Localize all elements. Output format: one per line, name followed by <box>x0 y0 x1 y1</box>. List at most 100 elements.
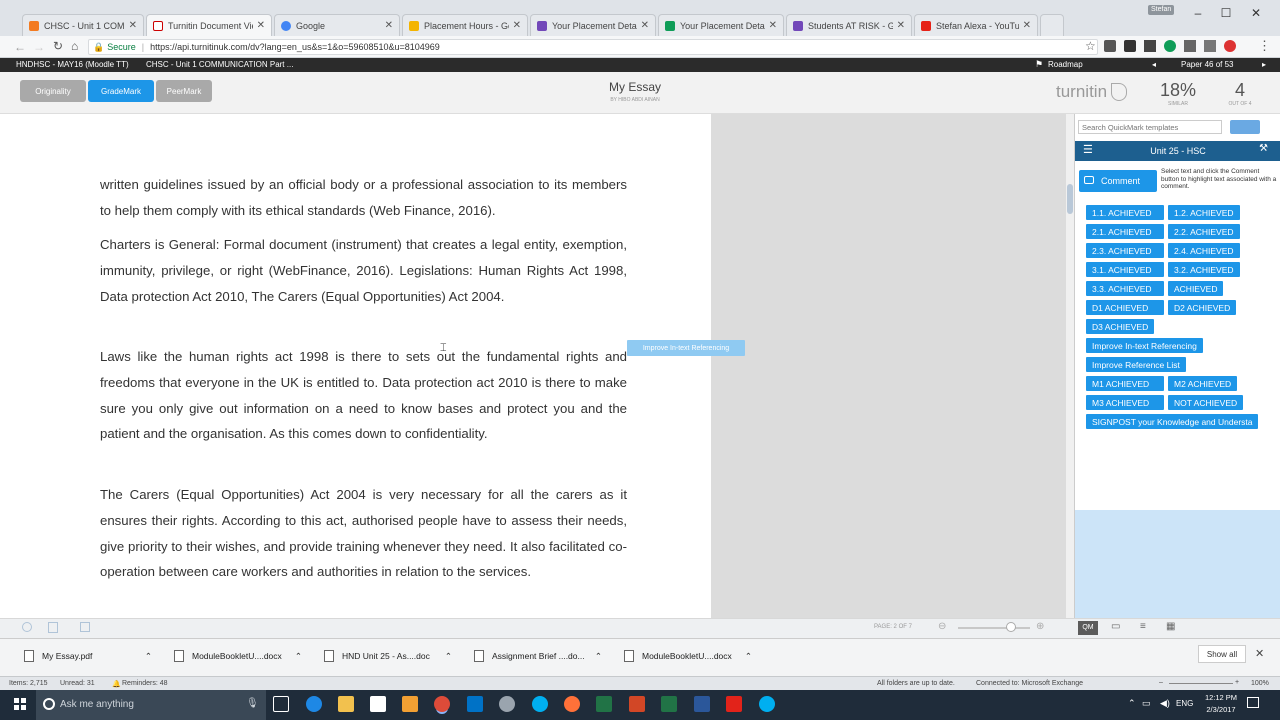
roadmap-link[interactable]: Roadmap <box>1048 60 1083 69</box>
zoom-out-icon[interactable]: ⊖ <box>938 621 946 632</box>
minimize-button[interactable]: – <box>1186 6 1210 20</box>
extension-icon[interactable] <box>1104 40 1116 52</box>
quickmark-button[interactable]: M3 ACHIEVED <box>1086 395 1164 410</box>
store-icon[interactable] <box>370 696 386 712</box>
page-icon[interactable] <box>48 622 58 633</box>
download-item[interactable]: HND Unit 25 - As....doc ⌃ <box>324 648 452 664</box>
close-icon[interactable]: ✕ <box>513 20 521 31</box>
app-icon[interactable] <box>499 696 515 712</box>
tab-google[interactable]: Google ✕ <box>274 14 400 36</box>
volume-icon[interactable]: ◀) <box>1160 698 1170 709</box>
new-tab-button[interactable] <box>1040 14 1064 36</box>
network-icon[interactable]: ▭ <box>1142 698 1151 709</box>
zoom-plus-icon[interactable]: + <box>1235 679 1239 686</box>
download-item[interactable]: ModuleBookletU....docx ⌃ <box>174 648 302 664</box>
firefox-icon[interactable] <box>564 696 580 712</box>
tab-students-at-risk[interactable]: Students AT RISK - Goog ✕ <box>786 14 912 36</box>
paragraph[interactable]: written guidelines issued by an official… <box>100 172 627 224</box>
extension-icon[interactable] <box>1204 40 1216 52</box>
excel-icon[interactable] <box>661 696 677 712</box>
profile-badge[interactable]: Stefan <box>1148 5 1175 15</box>
clock-time[interactable]: 12:12 PM <box>1201 693 1241 702</box>
zoom-minus-icon[interactable]: – <box>1159 679 1163 686</box>
chevron-up-icon[interactable]: ⌃ <box>595 651 602 662</box>
close-icon[interactable]: ✕ <box>897 20 905 31</box>
taskbar-search[interactable]: Ask me anything 🎙 <box>36 690 266 720</box>
download-item[interactable]: ModuleBookletU....docx ⌃ <box>624 648 752 664</box>
tab-placement-details-sheet[interactable]: Your Placement Details ✕ <box>658 14 784 36</box>
quickmark-button[interactable]: SIGNPOST your Knowledge and Understa <box>1086 414 1259 429</box>
quickmark-set-title[interactable]: Unit 25 - HSC <box>1075 141 1280 161</box>
list-icon[interactable]: ☰ <box>1083 143 1093 156</box>
quickmark-button[interactable]: 2.2. ACHIEVED <box>1168 224 1240 239</box>
maximize-button[interactable]: ☐ <box>1214 6 1238 20</box>
zoom-slider[interactable] <box>958 627 1030 629</box>
zoom-slider[interactable] <box>1169 683 1233 684</box>
mode-peermark[interactable]: PeerMark <box>156 80 212 102</box>
language-indicator[interactable]: ENG <box>1176 699 1193 708</box>
outlook-icon[interactable] <box>467 696 483 712</box>
quickmark-bubble[interactable]: Improve In-text Referencing <box>627 340 745 356</box>
reload-icon[interactable]: ↻ <box>53 39 63 53</box>
tab-placement-hours[interactable]: Placement Hours - Goog ✕ <box>402 14 528 36</box>
extension-icon[interactable] <box>1224 40 1236 52</box>
star-icon[interactable]: ☆ <box>1085 39 1096 53</box>
quickmark-button[interactable]: D1 ACHIEVED <box>1086 300 1164 315</box>
home-icon[interactable]: ⌂ <box>71 39 78 53</box>
paragraph[interactable]: Charters is General: Formal document (in… <box>100 232 627 309</box>
prev-paper-icon[interactable]: ◂ <box>1152 60 1156 69</box>
chevron-up-icon[interactable]: ⌃ <box>295 651 302 662</box>
zoom-slider-thumb[interactable] <box>1006 622 1016 632</box>
tray-chevron-icon[interactable]: ⌃ <box>1128 698 1136 709</box>
windows-start-icon[interactable] <box>14 698 26 710</box>
quickmark-button[interactable]: 3.3. ACHIEVED <box>1086 281 1164 296</box>
publisher-icon[interactable] <box>596 696 612 712</box>
quickmark-button[interactable]: M2 ACHIEVED <box>1168 376 1238 391</box>
close-icon[interactable]: ✕ <box>1023 20 1031 31</box>
extension-icon[interactable] <box>1164 40 1176 52</box>
media-icon[interactable] <box>402 696 418 712</box>
close-icon[interactable]: ✕ <box>769 20 777 31</box>
paragraph[interactable]: Laws like the human rights act 1998 is t… <box>100 344 627 447</box>
scroll-thumb[interactable] <box>1067 184 1073 214</box>
skype-icon[interactable] <box>532 696 548 712</box>
back-icon[interactable]: ← <box>14 40 26 54</box>
qm-toggle[interactable]: QM <box>1078 621 1098 635</box>
close-icon[interactable]: ✕ <box>385 20 393 31</box>
url-bar[interactable]: 🔒 Secure | https://api.turnitinuk.com/dv… <box>88 39 1098 55</box>
mode-originality[interactable]: Originality <box>20 80 86 102</box>
document-scrollbar[interactable] <box>1066 114 1074 618</box>
quickmark-button[interactable]: 3.1. ACHIEVED <box>1086 262 1164 277</box>
tab-turnitin[interactable]: Turnitin Document View ✕ <box>146 14 272 36</box>
wrench-icon[interactable]: ⚒ <box>1259 143 1268 154</box>
quickmark-manager-button[interactable] <box>1230 120 1260 134</box>
task-view-icon[interactable] <box>273 696 289 712</box>
word-icon[interactable] <box>694 696 710 712</box>
notifications-icon[interactable] <box>1247 697 1259 708</box>
mic-icon[interactable]: 🎙 <box>246 698 259 709</box>
skype-business-icon[interactable] <box>759 696 775 712</box>
download-item[interactable]: My Essay.pdf ⌃ <box>24 648 152 664</box>
quickmark-button[interactable]: D2 ACHIEVED <box>1168 300 1237 315</box>
info-icon[interactable] <box>22 622 32 632</box>
quickmark-button[interactable]: 1.1. ACHIEVED <box>1086 205 1164 220</box>
quickmark-button[interactable]: ACHIEVED <box>1168 281 1224 296</box>
next-paper-icon[interactable]: ▸ <box>1262 60 1266 69</box>
quickmark-button[interactable]: NOT ACHIEVED <box>1168 395 1244 410</box>
quickmark-button[interactable]: 2.4. ACHIEVED <box>1168 243 1240 258</box>
chevron-up-icon[interactable]: ⌃ <box>745 651 752 662</box>
reminders-count[interactable]: Reminders: 48 <box>122 680 168 687</box>
clock-date[interactable]: 2/3/2017 <box>1201 705 1241 714</box>
chevron-up-icon[interactable]: ⌃ <box>145 651 152 662</box>
quickmark-button[interactable]: Improve In-text Referencing <box>1086 338 1203 353</box>
close-icon[interactable]: ✕ <box>257 20 265 31</box>
tab-placement-details[interactable]: Your Placement Details ✕ <box>530 14 656 36</box>
mode-grademark[interactable]: GradeMark <box>88 80 154 102</box>
quickmark-button[interactable]: 2.1. ACHIEVED <box>1086 224 1164 239</box>
list-view-icon[interactable]: ≡ <box>1140 621 1146 632</box>
quickmark-button[interactable]: 2.3. ACHIEVED <box>1086 243 1164 258</box>
edge-icon[interactable] <box>306 696 322 712</box>
download-item[interactable]: Assignment Brief ....do... ⌃ <box>474 648 602 664</box>
chevron-up-icon[interactable]: ⌃ <box>445 651 452 662</box>
print-icon[interactable] <box>80 622 90 632</box>
